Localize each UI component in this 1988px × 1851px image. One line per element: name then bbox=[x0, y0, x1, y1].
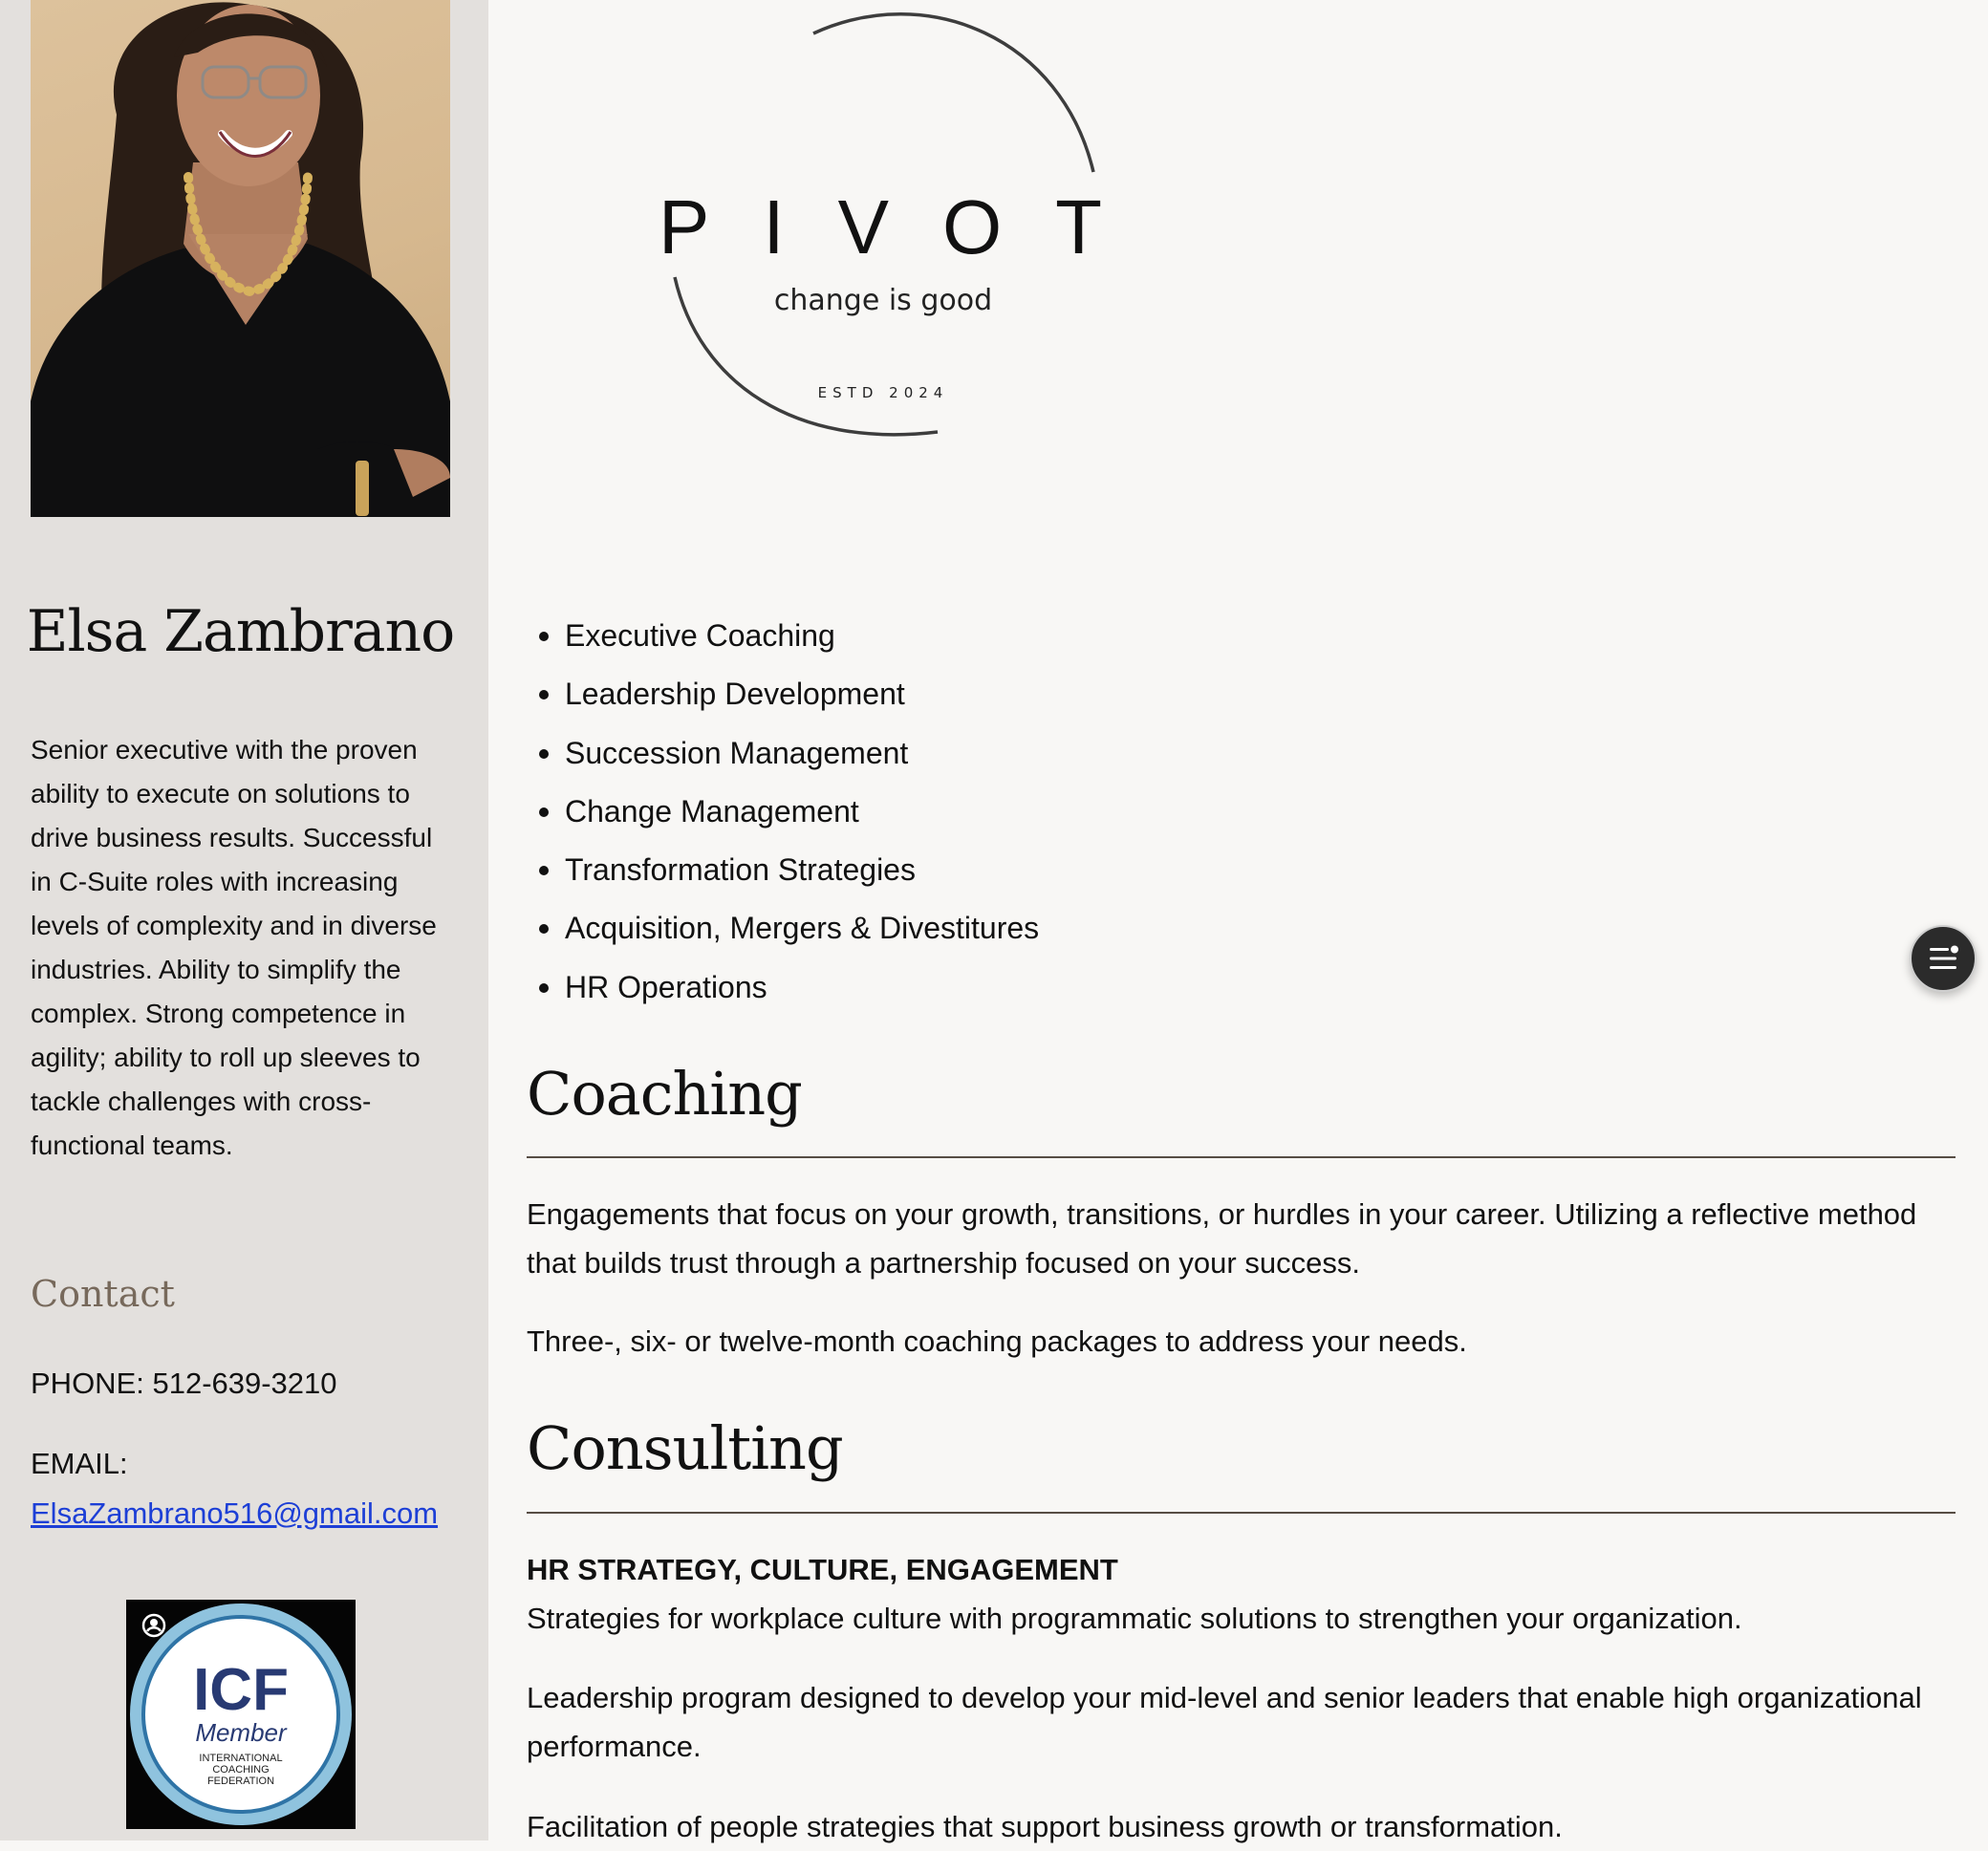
menu-button[interactable] bbox=[1910, 925, 1977, 992]
list-item: Succession Management bbox=[527, 729, 1387, 787]
profile-photo bbox=[31, 0, 450, 517]
contact-email-link[interactable]: ElsaZambrano516@gmail.com bbox=[31, 1496, 438, 1531]
consulting-paragraph-1: Strategies for workplace culture with pr… bbox=[527, 1602, 1742, 1635]
contact-heading: Contact bbox=[31, 1273, 175, 1315]
contact-email-label: EMAIL: bbox=[31, 1447, 128, 1480]
profile-name: Elsa Zambrano bbox=[26, 598, 456, 665]
list-item: Change Management bbox=[527, 787, 1387, 846]
list-item: Acquisition, Mergers & Divestitures bbox=[527, 904, 1387, 962]
coaching-paragraph-1: Engagements that focus on your growth, t… bbox=[527, 1197, 1917, 1280]
bullet-icon bbox=[539, 982, 549, 993]
pivot-logo: PIVOT change is good ESTD 2024 bbox=[641, 0, 1177, 459]
coaching-heading: Coaching bbox=[527, 1059, 803, 1129]
list-item: Transformation Strategies bbox=[527, 846, 1387, 904]
contact-phone: PHONE: 512-639-3210 bbox=[31, 1367, 337, 1400]
bullet-icon bbox=[539, 807, 549, 817]
logo-wordmark: PIVOT bbox=[659, 184, 1156, 269]
badge-org-line2: COACHING bbox=[212, 1764, 269, 1776]
consulting-subheading: HR STRATEGY, CULTURE, ENGAGEMENT bbox=[527, 1553, 1118, 1586]
section-divider bbox=[527, 1156, 1956, 1158]
bullet-icon bbox=[539, 690, 549, 700]
services-list: Executive Coaching Leadership Developmen… bbox=[527, 612, 1387, 1022]
section-divider bbox=[527, 1512, 1956, 1514]
bullet-icon bbox=[539, 866, 549, 876]
consulting-paragraph-2: Leadership program designed to develop y… bbox=[527, 1681, 1922, 1763]
badge-org-line3: FEDERATION bbox=[207, 1776, 274, 1787]
logo-established: ESTD 2024 bbox=[818, 384, 949, 401]
coaching-paragraph-2: Three-, six- or twelve-month coaching pa… bbox=[527, 1324, 1467, 1358]
list-item: HR Operations bbox=[527, 963, 1387, 1022]
bullet-icon bbox=[539, 632, 549, 641]
list-item: Executive Coaching bbox=[527, 612, 1387, 670]
icf-member-badge: ICF Member INTERNATIONAL COACHING FEDERA… bbox=[126, 1600, 356, 1829]
consulting-paragraph-3: Facilitation of people strategies that s… bbox=[527, 1810, 1563, 1843]
badge-org-line1: INTERNATIONAL bbox=[199, 1753, 282, 1764]
badge-title: ICF bbox=[193, 1657, 289, 1723]
logo-tagline: change is good bbox=[774, 284, 992, 317]
list-item: Leadership Development bbox=[527, 670, 1387, 728]
profile-sidebar: Elsa Zambrano Senior executive with the … bbox=[0, 0, 488, 1840]
consulting-heading: Consulting bbox=[527, 1413, 844, 1483]
profile-bio: Senior executive with the proven ability… bbox=[31, 735, 437, 1160]
badge-subtitle: Member bbox=[195, 1718, 288, 1747]
bullet-icon bbox=[539, 924, 549, 935]
menu-icon bbox=[1930, 945, 1958, 969]
bullet-icon bbox=[539, 748, 549, 759]
